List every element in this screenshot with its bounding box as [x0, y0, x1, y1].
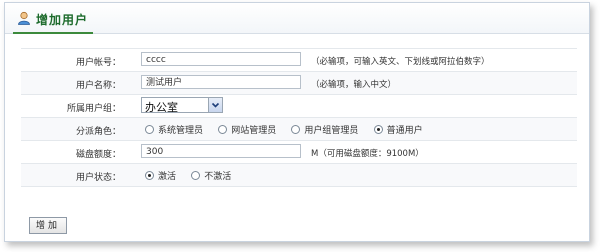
name-label: 用户名称： [75, 81, 121, 91]
chevron-down-icon [211, 102, 220, 108]
status-option[interactable]: 激活 [145, 169, 176, 182]
group-select[interactable]: 办公室 [141, 97, 223, 114]
row-quota: 磁盘额度： 300 M（可用磁盘额度：9100M） [21, 141, 577, 164]
title-underline [13, 32, 93, 34]
role-option[interactable]: 用户组管理员 [291, 123, 358, 136]
name-input[interactable]: 测试用户 [141, 75, 301, 89]
account-label: 用户帐号： [75, 58, 121, 68]
user-form: 用户帐号： cccc （必输项，可输入英文、下划线或阿拉伯数字） 用户名称： 测… [21, 48, 577, 187]
role-option-label: 网站管理员 [231, 126, 277, 136]
radio-button-selected[interactable] [373, 125, 383, 134]
group-label: 所属用户组： [66, 104, 121, 114]
role-radio-group: 系统管理员 网站管理员 用户组管理员 普通用户 [145, 123, 435, 136]
radio-button[interactable] [291, 125, 301, 134]
role-option-label: 系统管理员 [158, 126, 204, 136]
status-option[interactable]: 不激活 [191, 169, 231, 182]
role-option-label: 用户组管理员 [304, 126, 359, 136]
quota-input[interactable]: 300 [141, 144, 301, 158]
row-group: 所属用户组： 办公室 [21, 95, 577, 118]
radio-button-selected[interactable] [145, 171, 154, 180]
page-title: 增加用户 [36, 13, 89, 27]
quota-label: 磁盘额度： [75, 150, 121, 160]
account-hint: （必输项，可输入英文、下划线或阿拉伯数字） [311, 57, 490, 67]
account-input[interactable]: cccc [141, 52, 301, 66]
group-select-value: 办公室 [145, 101, 178, 114]
row-account: 用户帐号： cccc （必输项，可输入英文、下划线或阿拉伯数字） [21, 49, 577, 72]
user-icon [18, 11, 30, 25]
quota-hint: M（可用磁盘额度：9100M） [311, 149, 424, 159]
status-radio-group: 激活 不激活 [145, 169, 243, 182]
status-option-label: 激活 [158, 172, 177, 182]
radio-button[interactable] [191, 171, 201, 180]
row-name: 用户名称： 测试用户 （必输项，输入中文） [21, 72, 577, 95]
role-option[interactable]: 普通用户 [373, 123, 423, 136]
role-option[interactable]: 网站管理员 [218, 123, 276, 136]
role-label: 分派角色： [75, 127, 121, 137]
dropdown-button[interactable] [208, 98, 222, 112]
add-user-panel: 增加用户 用户帐号： cccc （必输项，可输入英文、下划线或阿拉伯数字） 用户… [4, 2, 590, 242]
radio-button[interactable] [218, 125, 228, 134]
radio-button[interactable] [145, 125, 154, 134]
panel-header: 增加用户 [5, 3, 589, 34]
row-role: 分派角色： 系统管理员 网站管理员 用户组管理员 普通用户 [21, 118, 577, 141]
add-button[interactable]: 增加 [29, 217, 67, 234]
name-hint: （必输项，输入中文） [311, 80, 397, 90]
role-option[interactable]: 系统管理员 [145, 123, 203, 136]
role-option-label: 普通用户 [386, 126, 423, 136]
status-option-label: 不激活 [204, 172, 232, 182]
row-status: 用户状态： 激活 不激活 [21, 164, 577, 187]
status-label: 用户状态： [75, 173, 121, 183]
